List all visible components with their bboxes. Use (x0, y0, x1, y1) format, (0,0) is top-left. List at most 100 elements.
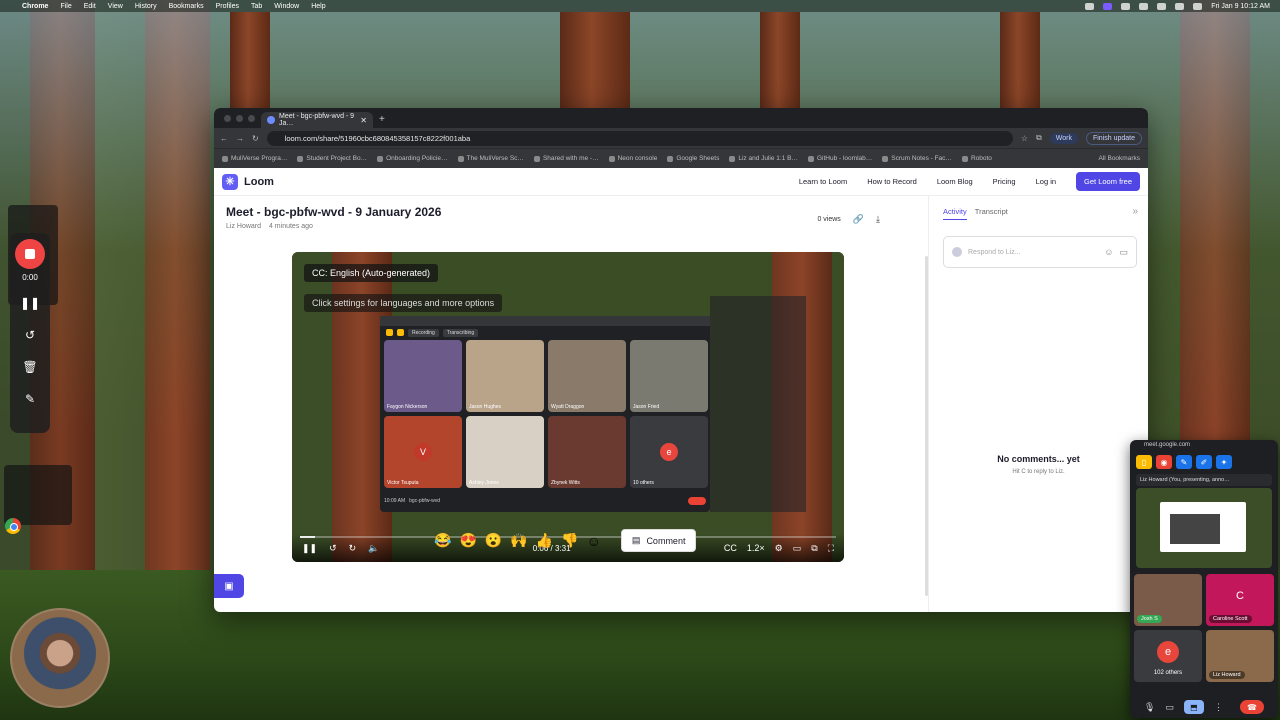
bookmark-item[interactable]: Liz and Julie 1:1 B… (729, 155, 798, 162)
learn-to-loom-link[interactable]: Learn to Loom (799, 177, 847, 186)
tray-icon[interactable] (1085, 2, 1095, 10)
bookmark-item[interactable]: Neon console (609, 155, 658, 162)
meet-tile[interactable]: e 102 others (1134, 630, 1202, 682)
download-icon[interactable]: ⤓ (876, 214, 880, 225)
pricing-link[interactable]: Pricing (993, 177, 1016, 186)
present-screen-button[interactable]: ⬒ (1183, 700, 1204, 714)
reaction-wow-button[interactable]: 😮 (485, 532, 502, 549)
bookmark-item[interactable]: Google Sheets (667, 155, 719, 162)
loom-blog-link[interactable]: Loom Blog (937, 177, 973, 186)
menu-bookmarks[interactable]: Bookmarks (169, 3, 204, 10)
loom-tray-icon[interactable] (1103, 2, 1113, 10)
login-link[interactable]: Log in (1036, 177, 1056, 186)
new-tab-button[interactable]: + (373, 114, 391, 128)
forward-icon[interactable]: → (236, 134, 244, 143)
menu-tab[interactable]: Tab (251, 3, 262, 10)
reaction-heart-eyes-button[interactable]: 😍 (459, 532, 476, 549)
forward-icon[interactable]: ↻ (349, 543, 357, 554)
meet-tile[interactable]: C Caroline Scott (1206, 574, 1274, 626)
trash-icon[interactable]: 🗑 (18, 356, 42, 378)
edit-icon[interactable]: ✎ (1176, 455, 1192, 469)
link-icon[interactable]: 🔗 (853, 214, 864, 225)
video-reply-icon[interactable]: ▭ (1119, 247, 1128, 258)
draw-icon[interactable]: ✎ (18, 388, 42, 410)
battery-icon[interactable] (1193, 2, 1203, 10)
settings-icon[interactable]: ⚙ (775, 543, 783, 554)
menu-history[interactable]: History (135, 3, 157, 10)
bookmark-item[interactable]: Onboarding Policie… (377, 155, 447, 162)
extensions-icon[interactable]: ⧉ (1036, 133, 1042, 143)
bookmark-item[interactable]: Student Project Bo… (297, 155, 367, 162)
record-floating-button[interactable]: ▣ (214, 574, 244, 598)
microphone-icon[interactable]: 🎙 (1144, 702, 1155, 713)
more-options-icon[interactable]: ⋮ (1214, 702, 1223, 713)
menu-file[interactable]: File (60, 3, 71, 10)
volume-icon[interactable]: 🔈 (368, 543, 379, 554)
menubar-clock[interactable]: Fri Jan 9 10:12 AM (1211, 3, 1270, 10)
sparkle-icon[interactable]: ✦ (1216, 455, 1232, 469)
fullscreen-icon[interactable]: ⛶ (828, 543, 834, 554)
pause-icon[interactable]: ❚❚ (302, 543, 317, 554)
comment-input[interactable]: Respond to Liz... ☺ ▭ (943, 236, 1137, 268)
tray-icon[interactable] (1157, 2, 1167, 10)
meet-pip-window[interactable]: meet.google.com ▯ ◉ ✎ ✐ ✦ Liz Howard (Yo… (1130, 440, 1278, 718)
minimize-window-button[interactable] (236, 115, 243, 122)
address-bar[interactable]: loom.com/share/51960cbc680845358157c8222… (266, 130, 1013, 146)
menu-edit[interactable]: Edit (84, 3, 96, 10)
webcam-bubble[interactable] (10, 608, 110, 708)
menu-help[interactable]: Help (311, 3, 325, 10)
reaction-thumbs-down-button[interactable]: 👎 (561, 532, 578, 549)
tray-icon[interactable] (1121, 2, 1131, 10)
meet-tile[interactable]: Liz Howard (1206, 630, 1274, 682)
captions-icon[interactable]: CC (724, 543, 737, 553)
video-player[interactable]: Recording Transcribing Faygon Nickerson J… (292, 252, 844, 562)
wifi-icon[interactable] (1175, 2, 1185, 10)
restart-icon[interactable]: ↺ (18, 324, 42, 346)
picture-in-picture-icon[interactable]: ⧉ (811, 543, 817, 554)
theater-mode-icon[interactable]: ▭ (793, 543, 802, 554)
zoom-window-button[interactable] (248, 115, 255, 122)
reaction-raised-hands-button[interactable]: 🙌 (510, 532, 527, 549)
menu-view[interactable]: View (108, 3, 123, 10)
collapse-panel-icon[interactable]: » (1132, 206, 1138, 217)
how-to-record-link[interactable]: How to Record (867, 177, 917, 186)
loom-logo[interactable]: ✳ Loom (222, 173, 274, 190)
pen-icon[interactable]: ✐ (1196, 455, 1212, 469)
bookmark-item[interactable]: Shared with me -… (534, 155, 599, 162)
menubar-app-name[interactable]: Chrome (22, 3, 48, 10)
meet-tile[interactable]: Josh S (1134, 574, 1202, 626)
record-icon[interactable]: ◉ (1156, 455, 1172, 469)
comment-button[interactable]: ▤ Comment (620, 529, 697, 552)
profile-button[interactable]: Work (1049, 132, 1078, 144)
rewind-icon[interactable]: ↺ (329, 543, 337, 554)
back-icon[interactable]: ← (220, 134, 228, 143)
tray-icon[interactable] (1139, 2, 1149, 10)
chrome-icon[interactable] (5, 518, 21, 534)
stop-recording-button[interactable] (15, 239, 45, 269)
hang-up-button[interactable]: ☎ (1240, 700, 1264, 714)
finish-update-button[interactable]: Finish update (1085, 131, 1142, 145)
reload-icon[interactable]: ↻ (252, 134, 259, 143)
reaction-thumbs-up-button[interactable]: 👍 (536, 532, 553, 549)
tab-transcript[interactable]: Transcript (975, 207, 1008, 220)
bookmark-item[interactable]: The MuliVerse Sc… (458, 155, 524, 162)
bookmark-item[interactable]: Roboto (962, 155, 992, 162)
emoji-icon[interactable]: ☺ (1104, 247, 1113, 258)
reaction-laugh-button[interactable]: 😂 (434, 532, 451, 549)
video-author[interactable]: Liz Howard (226, 223, 261, 230)
get-loom-free-button[interactable]: Get Loom free (1076, 172, 1140, 191)
add-reaction-icon[interactable]: ☺ (587, 533, 601, 549)
bookmark-item[interactable]: Scrum Notes - Fac… (882, 155, 952, 162)
close-window-button[interactable] (224, 115, 231, 122)
close-tab-icon[interactable]: ✕ (360, 116, 367, 125)
bookmark-item[interactable]: MuliVerse Progra… (222, 155, 287, 162)
menu-window[interactable]: Window (274, 3, 299, 10)
annotation-tool-icon[interactable]: ▯ (1136, 455, 1152, 469)
menu-profiles[interactable]: Profiles (216, 3, 239, 10)
bookmark-item[interactable]: GitHub - loomlab… (808, 155, 872, 162)
pause-icon[interactable]: ❚❚ (18, 292, 42, 314)
all-bookmarks-button[interactable]: All Bookmarks (1098, 155, 1140, 162)
playback-speed-button[interactable]: 1.2× (747, 543, 765, 553)
tab-activity[interactable]: Activity (943, 207, 967, 220)
bookmark-star-icon[interactable]: ☆ (1021, 134, 1028, 143)
